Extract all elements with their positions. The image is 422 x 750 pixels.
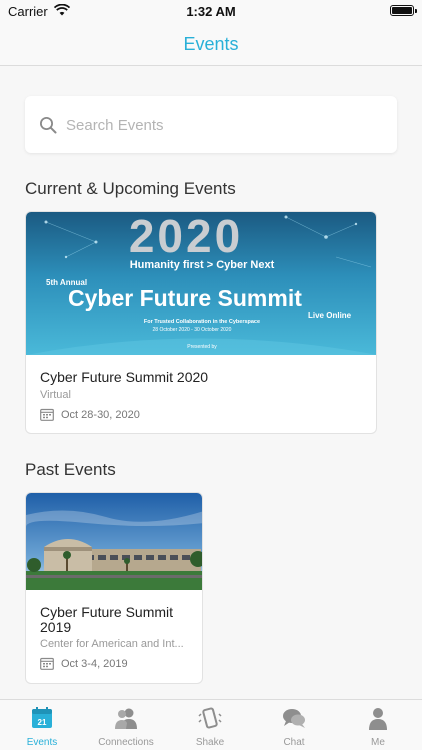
event-venue: Virtual <box>40 389 71 401</box>
event-name: Cyber Future Summit 2019 <box>40 604 174 635</box>
banner-tagline: Humanity first > Cyber Next <box>130 259 275 271</box>
tab-label: Shake <box>195 737 225 748</box>
calendar-icon: 21 <box>30 706 54 735</box>
past-events-heading: Past Events <box>25 460 116 479</box>
current-events-heading: Current & Upcoming Events <box>25 179 236 198</box>
search-box[interactable] <box>25 96 397 153</box>
event-date: Oct 3-4, 2019 <box>61 658 128 670</box>
calendar-icon <box>40 657 54 673</box>
tab-label: Events <box>26 737 58 748</box>
navigation-bar: Events <box>0 22 422 66</box>
battery-icon <box>390 5 417 16</box>
calendar-day: 21 <box>38 718 47 727</box>
tab-me[interactable]: Me <box>336 700 420 750</box>
event-card-past[interactable]: Cyber Future Summit 2019 Center for Amer… <box>25 492 203 684</box>
page-title: Events <box>183 34 239 54</box>
tab-chat[interactable]: Chat <box>252 700 336 750</box>
event-card-current[interactable]: 2020 Humanity first > Cyber Next 5th Ann… <box>25 211 377 434</box>
tab-events[interactable]: 21 Events <box>0 700 84 750</box>
tab-shake[interactable]: Shake <box>168 700 252 750</box>
banner-presented: Presented by <box>187 344 217 350</box>
event-date: Oct 28-30, 2020 <box>61 409 140 421</box>
event-photo <box>26 493 202 590</box>
person-icon <box>366 706 390 735</box>
chat-bubbles-icon <box>282 706 306 735</box>
search-input[interactable] <box>66 112 366 138</box>
tab-bar: 21 Events Connections Shake Chat Me <box>0 699 422 750</box>
calendar-icon <box>40 408 54 424</box>
banner-dates: 28 October 2020 - 30 October 2020 <box>153 327 232 333</box>
event-venue: Center for American and Int... <box>40 638 184 650</box>
banner-year: 2020 <box>129 212 243 262</box>
tab-label: Chat <box>283 737 305 748</box>
shake-phone-icon <box>198 706 222 735</box>
people-icon <box>114 706 138 735</box>
event-banner: 2020 Humanity first > Cyber Next 5th Ann… <box>26 212 376 355</box>
clock: 1:32 AM <box>186 4 236 19</box>
tab-label: Connections <box>98 737 154 748</box>
banner-mode: Live Online <box>308 311 352 320</box>
tab-connections[interactable]: Connections <box>84 700 168 750</box>
status-bar: Carrier 1:32 AM <box>0 0 422 22</box>
event-name: Cyber Future Summit 2020 <box>40 369 209 385</box>
tab-label: Me <box>371 737 385 748</box>
banner-subtitle: For Trusted Collaboration in the Cybersp… <box>144 319 260 325</box>
search-icon <box>39 116 57 139</box>
banner-headline: Cyber Future Summit <box>68 285 302 311</box>
